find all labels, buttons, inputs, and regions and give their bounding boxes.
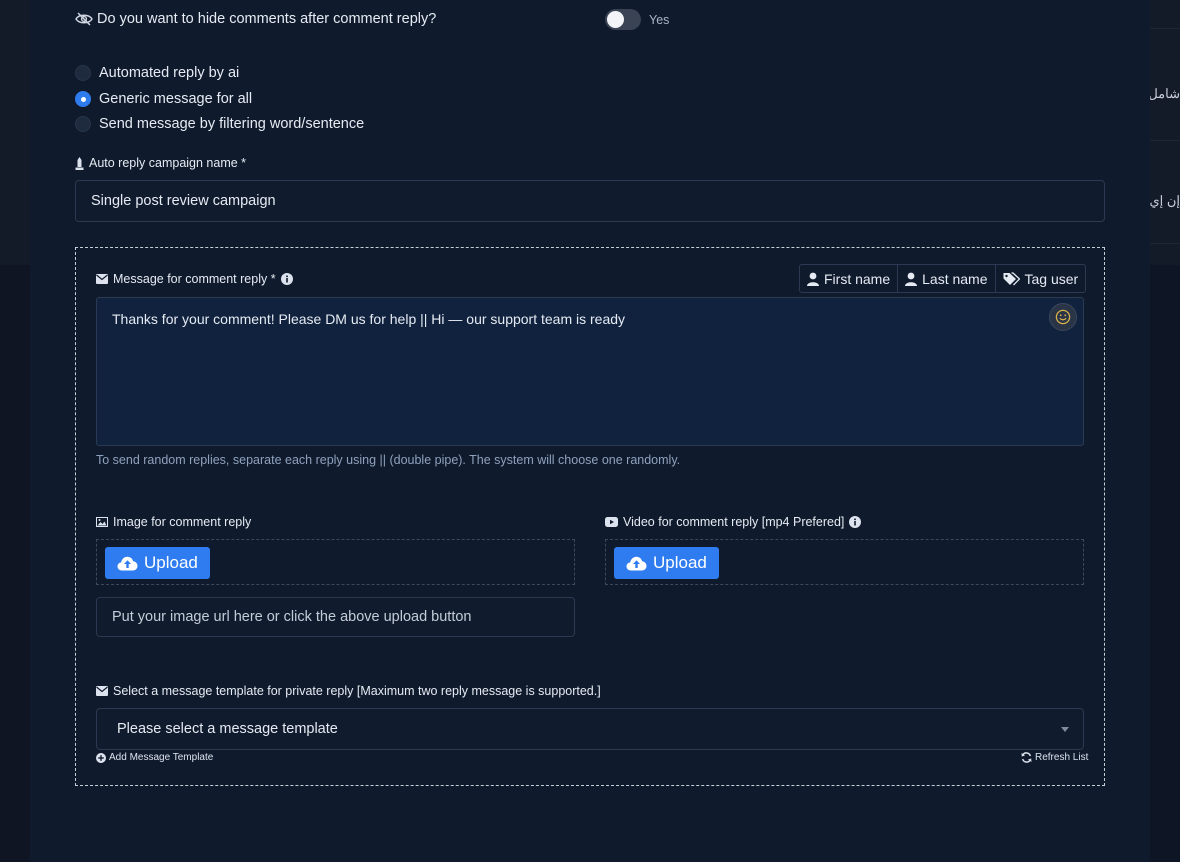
- upload-label: Upload: [653, 553, 707, 572]
- hide-comments-row: Do you want to hide comments after comme…: [75, 11, 436, 27]
- smile-icon: [1055, 309, 1071, 325]
- eye-slash-icon: [75, 12, 93, 26]
- message-text: Thanks for your comment! Please DM us fo…: [112, 311, 626, 327]
- refresh-list-text: Refresh List: [1035, 752, 1089, 763]
- video-reply-label: Video for comment reply [mp4 Prefered]: [605, 515, 862, 529]
- radio-label: Automated reply by ai: [99, 65, 240, 81]
- video-upload-area: Upload: [605, 539, 1084, 585]
- envelope-icon: [96, 686, 108, 696]
- template-select[interactable]: Please select a message template: [96, 708, 1084, 750]
- campaign-name-label: Auto reply campaign name *: [75, 156, 246, 170]
- template-label-text: Select a message template for private re…: [113, 684, 601, 698]
- radio-dot-selected: [75, 91, 91, 107]
- backdrop-text-2: إن إي: [1150, 193, 1180, 208]
- video-reply-label-text: Video for comment reply [mp4 Prefered]: [623, 515, 845, 529]
- message-label: Message for comment reply *: [96, 272, 293, 286]
- backdrop-right: شامل إن إي: [1150, 0, 1180, 862]
- radio-dot: [75, 65, 91, 81]
- template-selected-value: Please select a message template: [117, 721, 338, 737]
- backdrop-divider: [1150, 140, 1180, 141]
- monument-icon: [75, 156, 84, 170]
- info-icon[interactable]: [849, 516, 862, 528]
- upload-label: Upload: [144, 553, 198, 572]
- image-upload-button[interactable]: Upload: [105, 547, 210, 579]
- chip-label: Tag user: [1024, 270, 1079, 287]
- caret-down-icon: [1061, 727, 1069, 732]
- radio-filter-word[interactable]: Send message by filtering word/sentence: [75, 116, 364, 132]
- radio-automated-ai[interactable]: Automated reply by ai: [75, 65, 239, 81]
- radio-dot: [75, 116, 91, 132]
- radio-generic-message[interactable]: Generic message for all: [75, 91, 252, 107]
- youtube-icon: [605, 517, 618, 527]
- last-name-chip[interactable]: Last name: [898, 264, 996, 293]
- refresh-icon: [1021, 752, 1032, 763]
- tags-icon: [1003, 271, 1020, 286]
- info-icon[interactable]: [280, 273, 293, 285]
- campaign-name-label-text: Auto reply campaign name *: [89, 156, 247, 170]
- add-template-link[interactable]: Add Message Template: [96, 752, 213, 763]
- image-reply-label-text: Image for comment reply: [113, 515, 252, 529]
- campaign-name-input[interactable]: Single post review campaign: [75, 180, 1105, 222]
- template-label: Select a message template for private re…: [96, 684, 601, 698]
- variable-chips: First name Last name Tag user: [799, 264, 1087, 293]
- chip-label: Last name: [922, 270, 988, 287]
- refresh-list-link[interactable]: Refresh List: [1021, 752, 1088, 763]
- message-label-text: Message for comment reply *: [113, 272, 276, 286]
- backdrop-divider: [1150, 28, 1180, 29]
- backdrop-left-top: [0, 0, 30, 265]
- plus-circle-icon: [96, 752, 106, 763]
- cloud-upload-icon: [117, 556, 138, 571]
- image-upload-area: Upload: [96, 539, 575, 585]
- message-hint: To send random replies, separate each re…: [96, 453, 681, 467]
- chip-label: First name: [824, 270, 891, 287]
- backdrop-divider: [1150, 243, 1180, 244]
- emoji-button[interactable]: [1049, 303, 1077, 331]
- first-name-chip[interactable]: First name: [799, 264, 899, 293]
- campaign-name-value: Single post review campaign: [91, 193, 276, 209]
- toggle-label: Yes: [649, 13, 670, 27]
- user-icon: [807, 272, 819, 286]
- image-url-input[interactable]: Put your image url here or click the abo…: [96, 597, 575, 637]
- tag-user-chip[interactable]: Tag user: [995, 264, 1087, 293]
- image-icon: [96, 517, 108, 527]
- cloud-upload-icon: [626, 556, 647, 571]
- radio-label: Generic message for all: [99, 91, 253, 107]
- image-url-placeholder: Put your image url here or click the abo…: [112, 609, 472, 625]
- backdrop-text-1: شامل: [1150, 86, 1180, 101]
- envelope-icon: [96, 274, 108, 284]
- video-upload-button[interactable]: Upload: [614, 547, 719, 579]
- hide-comments-question: Do you want to hide comments after comme…: [97, 11, 437, 27]
- user-icon: [905, 272, 918, 286]
- image-reply-label: Image for comment reply: [96, 515, 251, 529]
- radio-label: Send message by filtering word/sentence: [99, 116, 365, 132]
- hide-comments-toggle[interactable]: [605, 9, 641, 30]
- toggle-knob: [607, 11, 624, 28]
- add-template-text: Add Message Template: [109, 752, 214, 763]
- message-textarea[interactable]: Thanks for your comment! Please DM us fo…: [96, 297, 1084, 446]
